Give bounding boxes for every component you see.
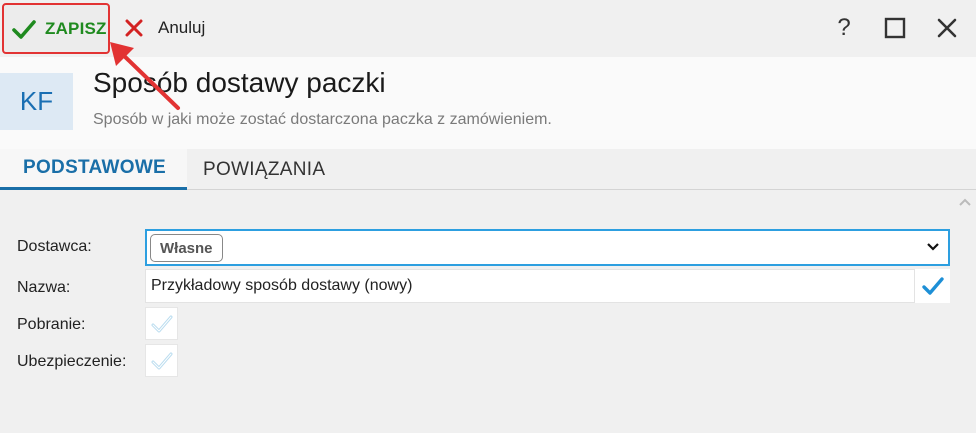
pobranie-label: Pobranie: [17, 316, 86, 333]
page-subtitle: Sposób w jaki może zostać dostarczona pa… [93, 111, 552, 128]
tab-podstawowe[interactable]: PODSTAWOWE [0, 149, 187, 190]
page-title: Sposób dostawy paczki [93, 67, 386, 98]
close-window-button[interactable] [933, 14, 961, 42]
scroll-up-icon[interactable] [958, 197, 972, 207]
close-icon [937, 18, 957, 38]
toolbar: ZAPISZ Anuluj ? [0, 0, 976, 57]
tab-powiazania[interactable]: POWIĄZANIA [203, 149, 325, 190]
pobranie-checkbox[interactable] [145, 307, 178, 340]
save-button-label: ZAPISZ [45, 18, 107, 38]
cancel-button-label: Anuluj [158, 18, 206, 37]
nazwa-confirm-button[interactable] [914, 269, 950, 303]
dostawca-value-chip[interactable]: Własne [150, 234, 223, 262]
cancel-button[interactable]: Anuluj [124, 12, 205, 44]
save-button[interactable]: ZAPISZ [2, 3, 110, 54]
dostawca-label: Dostawca: [17, 238, 92, 255]
nazwa-label: Nazwa: [17, 279, 71, 296]
ubezpieczenie-label: Ubezpieczenie: [17, 353, 127, 370]
help-icon: ? [837, 14, 851, 41]
close-x-icon [125, 19, 143, 37]
module-badge: KF [0, 73, 73, 130]
maximize-icon [884, 17, 906, 39]
ubezpieczenie-checkbox[interactable] [145, 344, 178, 377]
page-header: KF Sposób dostawy paczki Sposób w jaki m… [0, 57, 976, 149]
tab-bar: PODSTAWOWE POWIĄZANIA [0, 149, 976, 190]
chevron-down-icon[interactable] [926, 242, 940, 252]
help-button[interactable]: ? [830, 14, 858, 42]
checkmark-outline-icon [151, 352, 172, 369]
checkmark-icon [921, 277, 944, 295]
nazwa-value: Przykładowy sposób dostawy (nowy) [151, 277, 413, 294]
nazwa-input[interactable]: Przykładowy sposób dostawy (nowy) [145, 269, 950, 303]
maximize-button[interactable] [881, 14, 909, 42]
dostawca-select[interactable]: Własne [145, 229, 950, 266]
form-panel: Dostawca: Własne Nazwa: Przykładowy spos… [0, 191, 976, 433]
checkmark-icon [12, 19, 36, 39]
checkmark-outline-icon [151, 315, 172, 332]
